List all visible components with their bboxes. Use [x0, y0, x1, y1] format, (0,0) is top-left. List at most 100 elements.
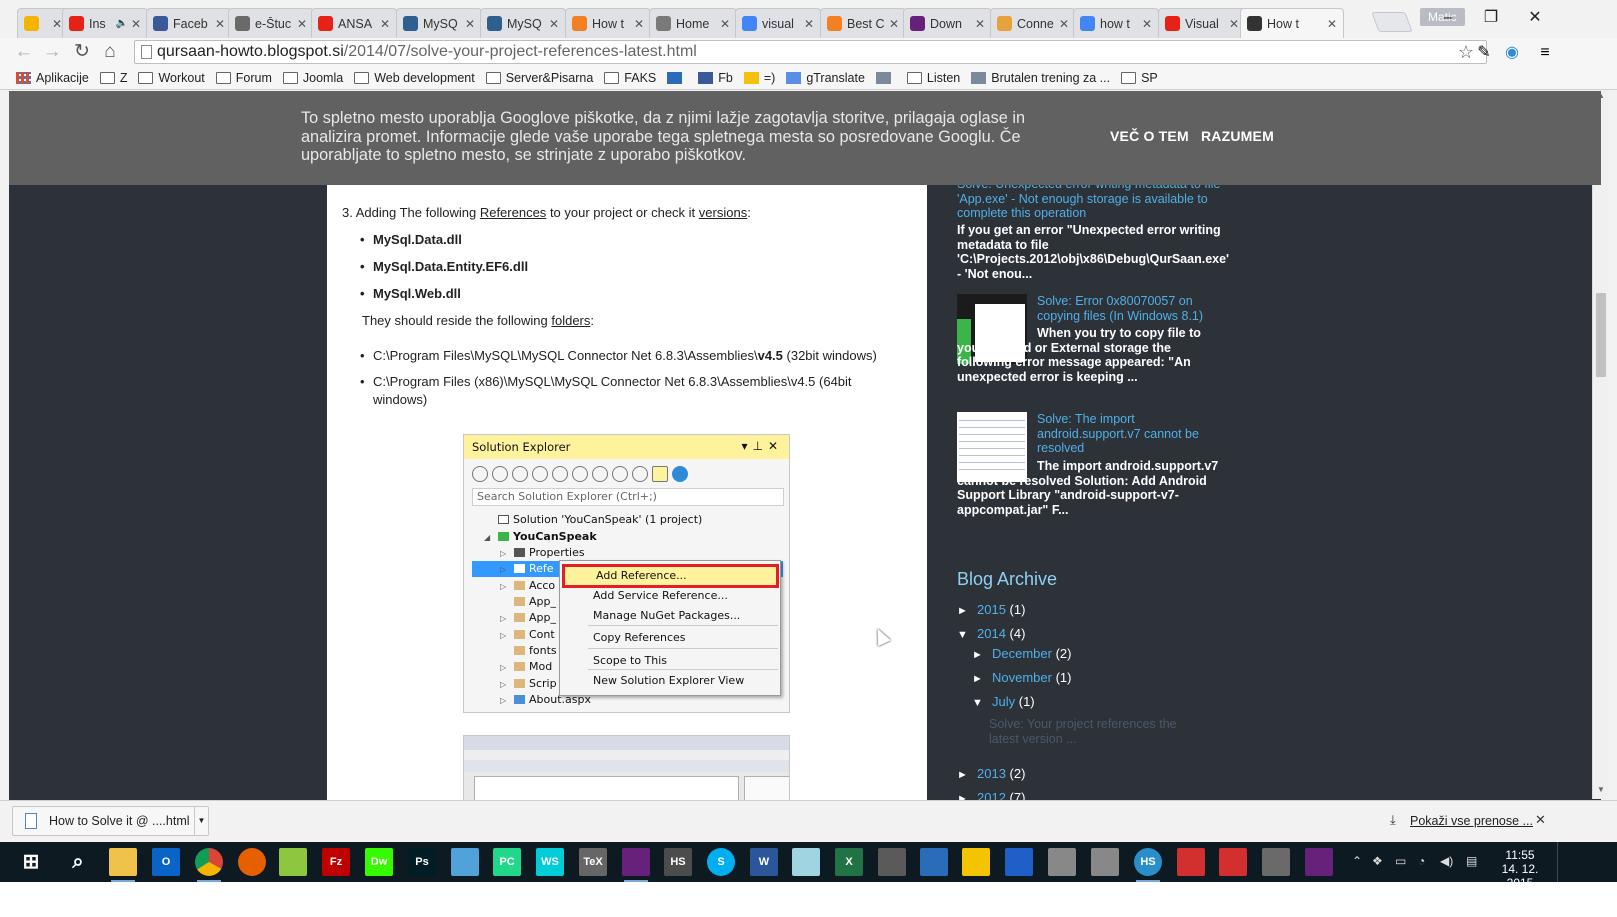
- popular-post-title[interactable]: Solve: Error 0x80070057 on copying files…: [1037, 294, 1227, 323]
- notifications-icon[interactable]: ▤: [1466, 854, 1477, 868]
- archive-row[interactable]: ► 2013 (2): [957, 766, 1025, 783]
- close-tab-icon[interactable]: ✕: [720, 17, 730, 31]
- pdf-icon[interactable]: [1177, 848, 1205, 876]
- browser-tab[interactable]: Conne ✕: [990, 8, 1076, 38]
- learn-more-button[interactable]: VEČ O TEM: [1110, 128, 1189, 144]
- computer-icon[interactable]: [1091, 848, 1119, 876]
- browser-tab[interactable]: visual ✕: [735, 8, 821, 38]
- tree-row[interactable]: ◢ YouCanSpeak: [472, 529, 772, 545]
- expand-arrow-icon[interactable]: ▷: [500, 579, 514, 595]
- close-tab-icon[interactable]: ✕: [52, 17, 62, 31]
- cube-icon[interactable]: [451, 848, 479, 876]
- close-tab-icon[interactable]: ✕: [1327, 17, 1337, 31]
- archive-link[interactable]: 2015: [977, 602, 1006, 617]
- close-tab-icon[interactable]: ✕: [549, 17, 559, 31]
- expand-arrow-icon[interactable]: ▷: [500, 677, 514, 693]
- network-icon[interactable]: [1005, 848, 1033, 876]
- close-tab-icon[interactable]: ✕: [975, 17, 985, 31]
- close-tab-icon[interactable]: ✕: [634, 17, 644, 31]
- archive-post-link[interactable]: Solve: Your project references the lates…: [989, 717, 1189, 747]
- archive-row[interactable]: ▼ 2014 (4): [957, 626, 1025, 643]
- bookmark-item[interactable]: Server&Pisarna: [485, 71, 593, 85]
- forward-icon[interactable]: →: [40, 40, 64, 64]
- bookmark-item[interactable]: Fb: [698, 71, 733, 85]
- show-all-downloads-link[interactable]: Pokaži vse prenose ...: [1410, 814, 1533, 828]
- browser-tab[interactable]: e-Štuc ✕: [228, 8, 314, 38]
- chrome-icon[interactable]: [195, 848, 223, 882]
- close-window-button[interactable]: ✕: [1515, 8, 1555, 28]
- tray-expand-icon[interactable]: ⌃: [1352, 854, 1362, 868]
- new-solution-view-item[interactable]: New Solution Explorer View: [593, 671, 744, 691]
- bookmark-item[interactable]: Z: [99, 71, 127, 85]
- close-tab-icon[interactable]: ✕: [131, 17, 141, 31]
- browser-tab[interactable]: Home ✕: [649, 8, 737, 38]
- bookmark-item[interactable]: Forum: [215, 71, 272, 85]
- filezilla-icon[interactable]: Fz: [322, 848, 350, 876]
- close-tab-icon[interactable]: ✕: [465, 17, 475, 31]
- expand-triangle-icon[interactable]: ►: [972, 671, 992, 687]
- back-icon[interactable]: ←: [12, 40, 36, 64]
- pycharm-icon[interactable]: PC: [493, 848, 521, 876]
- extension-pen-icon[interactable]: ✎: [1474, 43, 1494, 63]
- vs-icon[interactable]: [1305, 848, 1333, 876]
- show-desktop-button[interactable]: [1557, 842, 1565, 882]
- bookmark-item[interactable]: Listen: [906, 71, 960, 85]
- browser-tab[interactable]: MySQ ✕: [396, 8, 482, 38]
- browser-tab[interactable]: Ins 🔈 ✕: [62, 8, 148, 38]
- notepadpp-icon[interactable]: [279, 848, 307, 876]
- bookmark-item[interactable]: Joomla: [282, 71, 343, 85]
- add-reference-item[interactable]: Add Reference...: [562, 564, 779, 588]
- chart-app-icon[interactable]: [1219, 848, 1247, 876]
- bookmark-star-icon[interactable]: ☆: [1458, 41, 1474, 63]
- browser-tab[interactable]: Visual ✕: [1158, 8, 1246, 38]
- references-link[interactable]: References: [480, 205, 546, 220]
- popular-post-title[interactable]: Solve: The import android.support.v7 can…: [1037, 412, 1227, 456]
- expand-arrow-icon[interactable]: ▷: [500, 693, 514, 709]
- tex-icon[interactable]: TeX: [579, 848, 607, 876]
- collapse-triangle-icon[interactable]: ▼: [957, 627, 977, 643]
- address-bar[interactable]: qursaan-howto.blogspot.si/2014/07/solve-…: [134, 40, 1487, 64]
- bookmark-item[interactable]: Workout: [138, 71, 205, 85]
- expand-triangle-icon[interactable]: ►: [957, 603, 977, 619]
- close-tab-icon[interactable]: ✕: [380, 17, 390, 31]
- battery-icon[interactable]: ▭: [1395, 854, 1406, 868]
- scrollbar-thumb[interactable]: [1596, 293, 1606, 377]
- tree-row[interactable]: Solution 'YouCanSpeak' (1 project): [472, 512, 772, 528]
- hs-active-icon[interactable]: HS: [1134, 848, 1162, 882]
- scroll-down-icon[interactable]: ▼: [1593, 785, 1609, 799]
- bookmark-item[interactable]: SP: [1121, 71, 1158, 85]
- bookmark-item[interactable]: FAKS: [604, 71, 656, 85]
- browser-tab[interactable]: How t ✕: [1240, 8, 1344, 38]
- browser-tab[interactable]: MySQ ✕: [480, 8, 566, 38]
- tray-dropbox-icon[interactable]: ❖: [1372, 854, 1383, 868]
- bookmark-item[interactable]: [667, 71, 687, 84]
- minimize-button[interactable]: –: [1428, 8, 1468, 28]
- browser-tab[interactable]: how t ✕: [1073, 8, 1159, 38]
- browser-tab[interactable]: Down ✕: [903, 8, 992, 38]
- close-tab-icon[interactable]: ✕: [1142, 17, 1152, 31]
- close-tab-icon[interactable]: ✕: [1229, 17, 1239, 31]
- calculator-icon[interactable]: [878, 848, 906, 876]
- sticky-icon[interactable]: [962, 848, 990, 876]
- vertical-scrollbar[interactable]: ▲ ▼: [1592, 91, 1608, 799]
- expand-arrow-icon[interactable]: ◢: [484, 530, 498, 546]
- reload-icon[interactable]: ↻: [70, 40, 94, 64]
- archive-row[interactable]: ► 2015 (1): [957, 602, 1025, 619]
- hs-icon[interactable]: HS: [664, 848, 692, 876]
- close-shelf-icon[interactable]: ✕: [1535, 812, 1546, 828]
- tree-row[interactable]: ▷ Properties: [472, 545, 772, 561]
- expand-triangle-icon[interactable]: ►: [972, 647, 992, 663]
- graduation-icon[interactable]: [1048, 848, 1076, 876]
- maximize-button[interactable]: ❐: [1471, 8, 1511, 28]
- archive-link[interactable]: 2014: [977, 626, 1006, 641]
- close-tab-icon[interactable]: ✕: [297, 17, 307, 31]
- tools-icon[interactable]: [1262, 848, 1290, 876]
- archive-link[interactable]: November: [992, 670, 1052, 685]
- folders-link[interactable]: folders: [551, 313, 590, 328]
- word-icon[interactable]: W: [750, 848, 778, 876]
- expand-arrow-icon[interactable]: ▷: [500, 562, 514, 578]
- bookmark-item[interactable]: Brutalen trening za ...: [971, 71, 1110, 85]
- browser-tab[interactable]: ANSA ✕: [311, 8, 397, 38]
- archive-row[interactable]: ► November (1): [972, 670, 1071, 687]
- outlook-icon[interactable]: O: [152, 848, 180, 876]
